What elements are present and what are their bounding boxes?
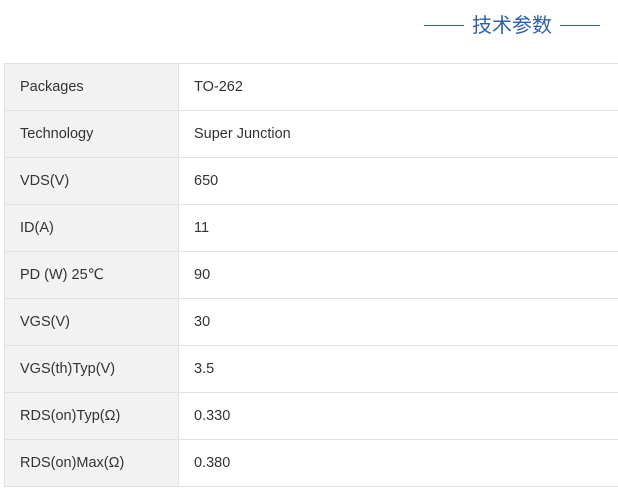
spec-label: Technology xyxy=(4,110,179,158)
spec-label: VGS(V) xyxy=(4,298,179,346)
table-row: Packages TO-262 xyxy=(4,63,618,111)
section-header: 技术参数 xyxy=(0,0,618,52)
title-dash-left xyxy=(424,24,464,26)
spec-value: 3.5 xyxy=(178,345,618,393)
table-row: RDS(on)Typ(Ω) 0.330 xyxy=(4,392,618,440)
spec-label: VGS(th)Typ(V) xyxy=(4,345,179,393)
title-dash-right xyxy=(560,24,600,26)
table-row: PD (W) 25℃ 90 xyxy=(4,251,618,299)
spec-label: PD (W) 25℃ xyxy=(4,251,179,299)
table-row: Technology Super Junction xyxy=(4,110,618,158)
spec-label: RDS(on)Typ(Ω) xyxy=(4,392,179,440)
table-row: RDS(on)Max(Ω) 0.380 xyxy=(4,439,618,487)
spec-label: RDS(on)Max(Ω) xyxy=(4,439,179,487)
table-row: ID(A) 11 xyxy=(4,204,618,252)
spec-label: ID(A) xyxy=(4,204,179,252)
section-title-text: 技术参数 xyxy=(472,13,552,37)
spec-label: Packages xyxy=(4,63,179,111)
table-row: VDS(V) 650 xyxy=(4,157,618,205)
table-row: VGS(th)Typ(V) 3.5 xyxy=(4,345,618,393)
spec-value: 0.380 xyxy=(178,439,618,487)
spec-value: 650 xyxy=(178,157,618,205)
table-row: VGS(V) 30 xyxy=(4,298,618,346)
spec-value: 11 xyxy=(178,204,618,252)
spec-value: Super Junction xyxy=(178,110,618,158)
spec-value: 0.330 xyxy=(178,392,618,440)
spec-value: 90 xyxy=(178,251,618,299)
section-title: 技术参数 xyxy=(424,10,600,40)
spec-value: 30 xyxy=(178,298,618,346)
spec-value: TO-262 xyxy=(178,63,618,111)
spec-label: VDS(V) xyxy=(4,157,179,205)
spec-table: Packages TO-262 Technology Super Junctio… xyxy=(4,63,618,487)
